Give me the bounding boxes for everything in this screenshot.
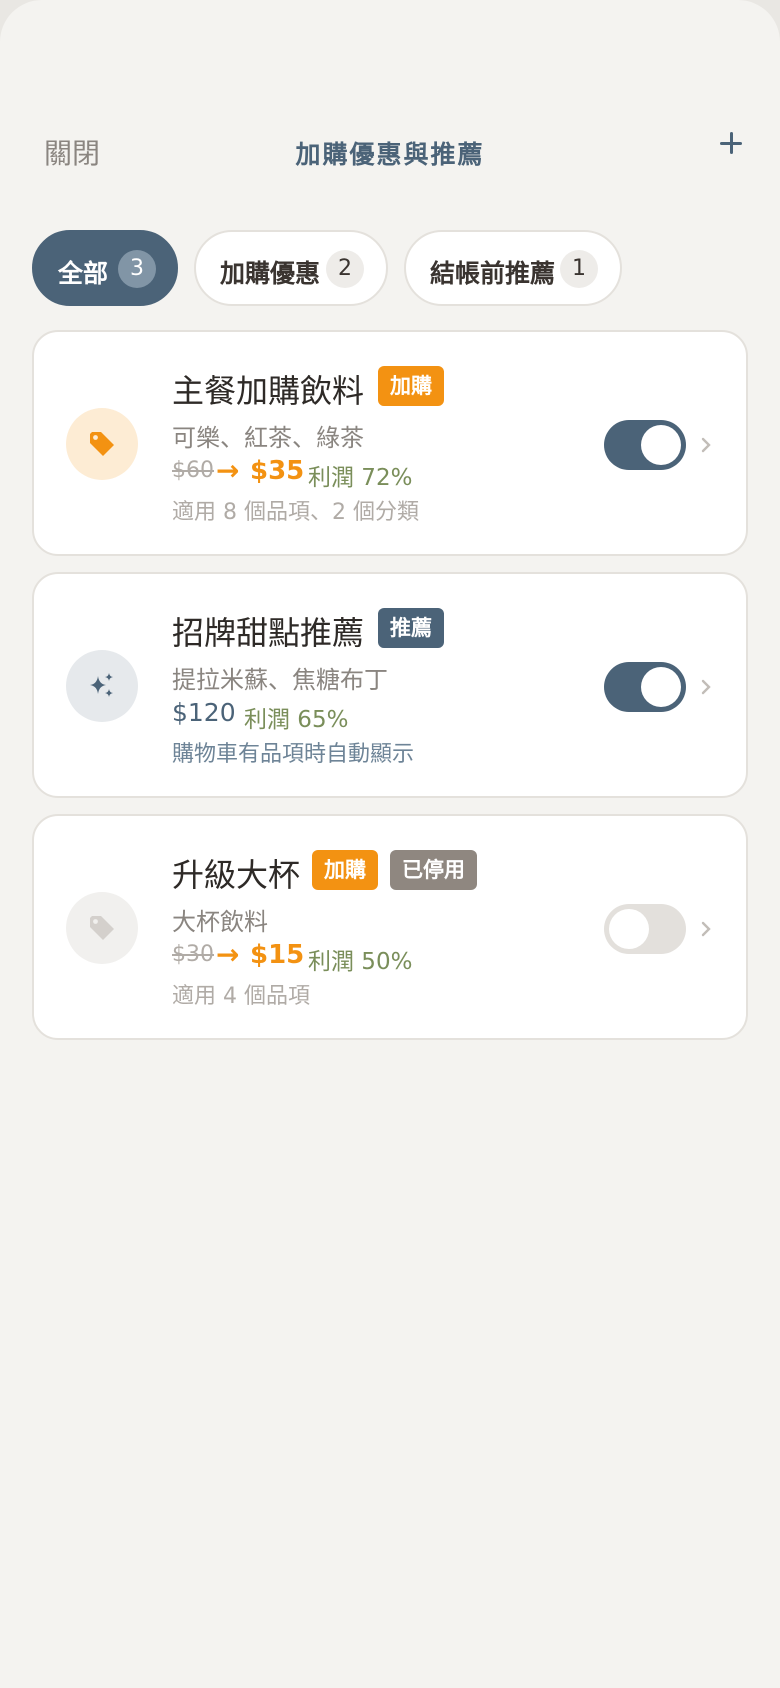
tab-checkout-recommend[interactable]: 結帳前推薦 1 (404, 230, 622, 306)
offer-title: 招牌甜點推薦 (172, 614, 365, 652)
arrow-icon: → (216, 938, 240, 971)
profit-margin: 利潤 72% (308, 465, 413, 491)
tag-icon (66, 408, 138, 480)
chevron-right-icon[interactable] (699, 436, 713, 454)
offer-items: 可樂、紅茶、綠茶 (172, 424, 364, 452)
recommend-badge: 推薦 (378, 608, 444, 648)
sheet-header: 關閉 加購優惠與推薦 (0, 118, 780, 184)
profit-margin: 利潤 50% (308, 949, 413, 975)
tab-all-label: 全部 (58, 259, 109, 288)
addon-badge: 加購 (312, 850, 378, 890)
enable-toggle[interactable] (604, 420, 686, 470)
offer-price: $120 (172, 698, 236, 727)
offer-price: $15 (250, 940, 305, 970)
offer-price: $35 (250, 456, 305, 486)
tab-all[interactable]: 全部 3 (32, 230, 178, 306)
toggle-knob (641, 667, 681, 707)
offer-scope: 適用 8 個品項、2 個分類 (172, 500, 419, 525)
offer-card[interactable]: 升級大杯 加購 已停用 大杯飲料 $30 → $15 利潤 50% 適用 4 個… (32, 814, 748, 1040)
profit-margin: 利潤 65% (244, 707, 349, 733)
toggle-knob (609, 909, 649, 949)
plus-icon[interactable] (716, 122, 746, 162)
offer-scope: 適用 4 個品項 (172, 984, 310, 1009)
bottom-sheet: 關閉 加購優惠與推薦 全部 3 加購優惠 2 結帳前推薦 1 主餐加購飲料 加購… (0, 0, 780, 1688)
tab-checkout-recommend-count: 1 (560, 250, 598, 288)
enable-toggle[interactable] (604, 904, 686, 954)
tab-all-count: 3 (118, 250, 156, 288)
offer-items: 提拉米蘇、焦糖布丁 (172, 666, 388, 694)
tab-checkout-recommend-label: 結帳前推薦 (430, 259, 556, 288)
offer-title: 主餐加購飲料 (172, 372, 365, 410)
disabled-badge: 已停用 (390, 850, 477, 890)
tab-addon-count: 2 (326, 250, 364, 288)
offer-scope: 購物車有品項時自動顯示 (172, 742, 415, 767)
sparkles-icon (66, 650, 138, 722)
addon-badge: 加購 (378, 366, 444, 406)
chevron-right-icon[interactable] (699, 678, 713, 696)
original-price: $30 (172, 942, 214, 967)
chevron-right-icon[interactable] (699, 920, 713, 938)
tab-addon-label: 加購優惠 (220, 259, 321, 288)
page-title: 加購優惠與推薦 (295, 140, 485, 169)
arrow-icon: → (216, 454, 240, 487)
original-price: $60 (172, 458, 214, 483)
offer-card[interactable]: 招牌甜點推薦 推薦 提拉米蘇、焦糖布丁 $120 利潤 65% 購物車有品項時自… (32, 572, 748, 798)
toggle-knob (641, 425, 681, 465)
offer-items: 大杯飲料 (172, 908, 268, 936)
tag-icon (66, 892, 138, 964)
offer-title: 升級大杯 (172, 856, 301, 894)
offer-card[interactable]: 主餐加購飲料 加購 可樂、紅茶、綠茶 $60 → $35 利潤 72% 適用 8… (32, 330, 748, 556)
enable-toggle[interactable] (604, 662, 686, 712)
tab-addon[interactable]: 加購優惠 2 (194, 230, 388, 306)
